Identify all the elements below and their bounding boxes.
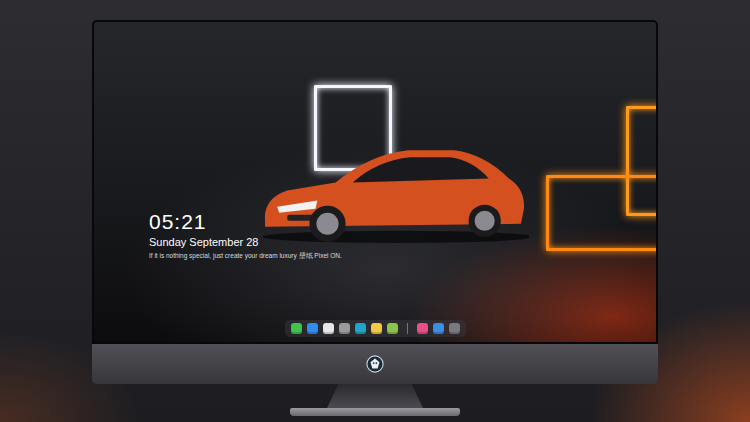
clock-time: 05:21 [149, 210, 656, 233]
neon-frame [626, 106, 658, 216]
dock-app-icon[interactable] [449, 323, 460, 334]
monitor-screen: 05:21 Sunday September 28 If it is nothing… [92, 20, 658, 344]
monitor-base [290, 408, 460, 416]
dock-separator [407, 323, 408, 334]
monitor-neck [327, 384, 423, 408]
monitor-chin [92, 344, 658, 384]
dock-app-icon[interactable] [339, 323, 350, 334]
motto-text: If it is nothing special, just create yo… [149, 252, 656, 260]
dock [285, 320, 466, 337]
dock-app-icon[interactable] [371, 323, 382, 334]
dock-app-icon[interactable] [291, 323, 302, 334]
dock-app-icon[interactable] [387, 323, 398, 334]
dock-app-icon[interactable] [355, 323, 366, 334]
wallpaper [94, 22, 656, 342]
brand-logo-icon [366, 355, 384, 373]
clock-date: Sunday September 28 [149, 236, 656, 249]
desktop-mockup: 05:21 Sunday September 28 If it is nothing… [0, 0, 750, 422]
neon-frame [546, 175, 658, 251]
dock-app-icon[interactable] [417, 323, 428, 334]
car-icon [257, 126, 529, 246]
dock-app-icon[interactable] [307, 323, 318, 334]
lock-clock: 05:21 Sunday September 28 If it is nothing… [94, 210, 656, 261]
dock-app-icon[interactable] [433, 323, 444, 334]
dock-app-icon[interactable] [323, 323, 334, 334]
